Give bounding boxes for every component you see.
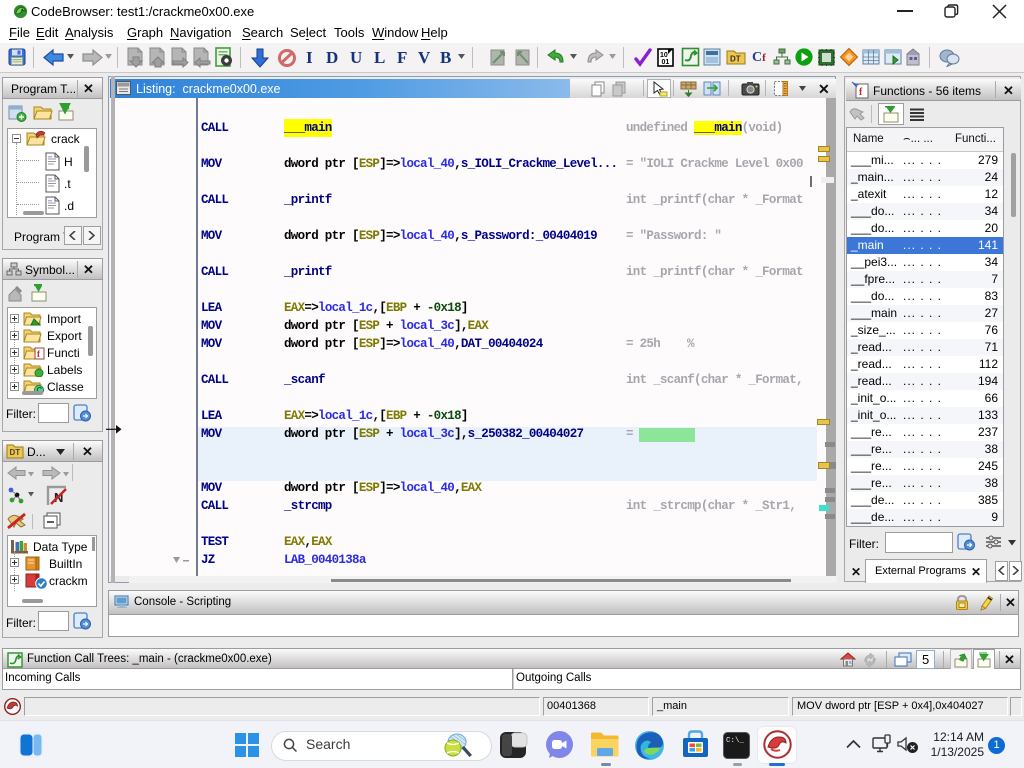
svg-text:C:\_: C:\_: [726, 737, 745, 745]
svg-text:DT: DT: [730, 55, 741, 64]
svg-text:10: 10: [660, 52, 668, 59]
svg-text:DT: DT: [10, 448, 21, 457]
svg-text:01: 01: [662, 59, 670, 66]
